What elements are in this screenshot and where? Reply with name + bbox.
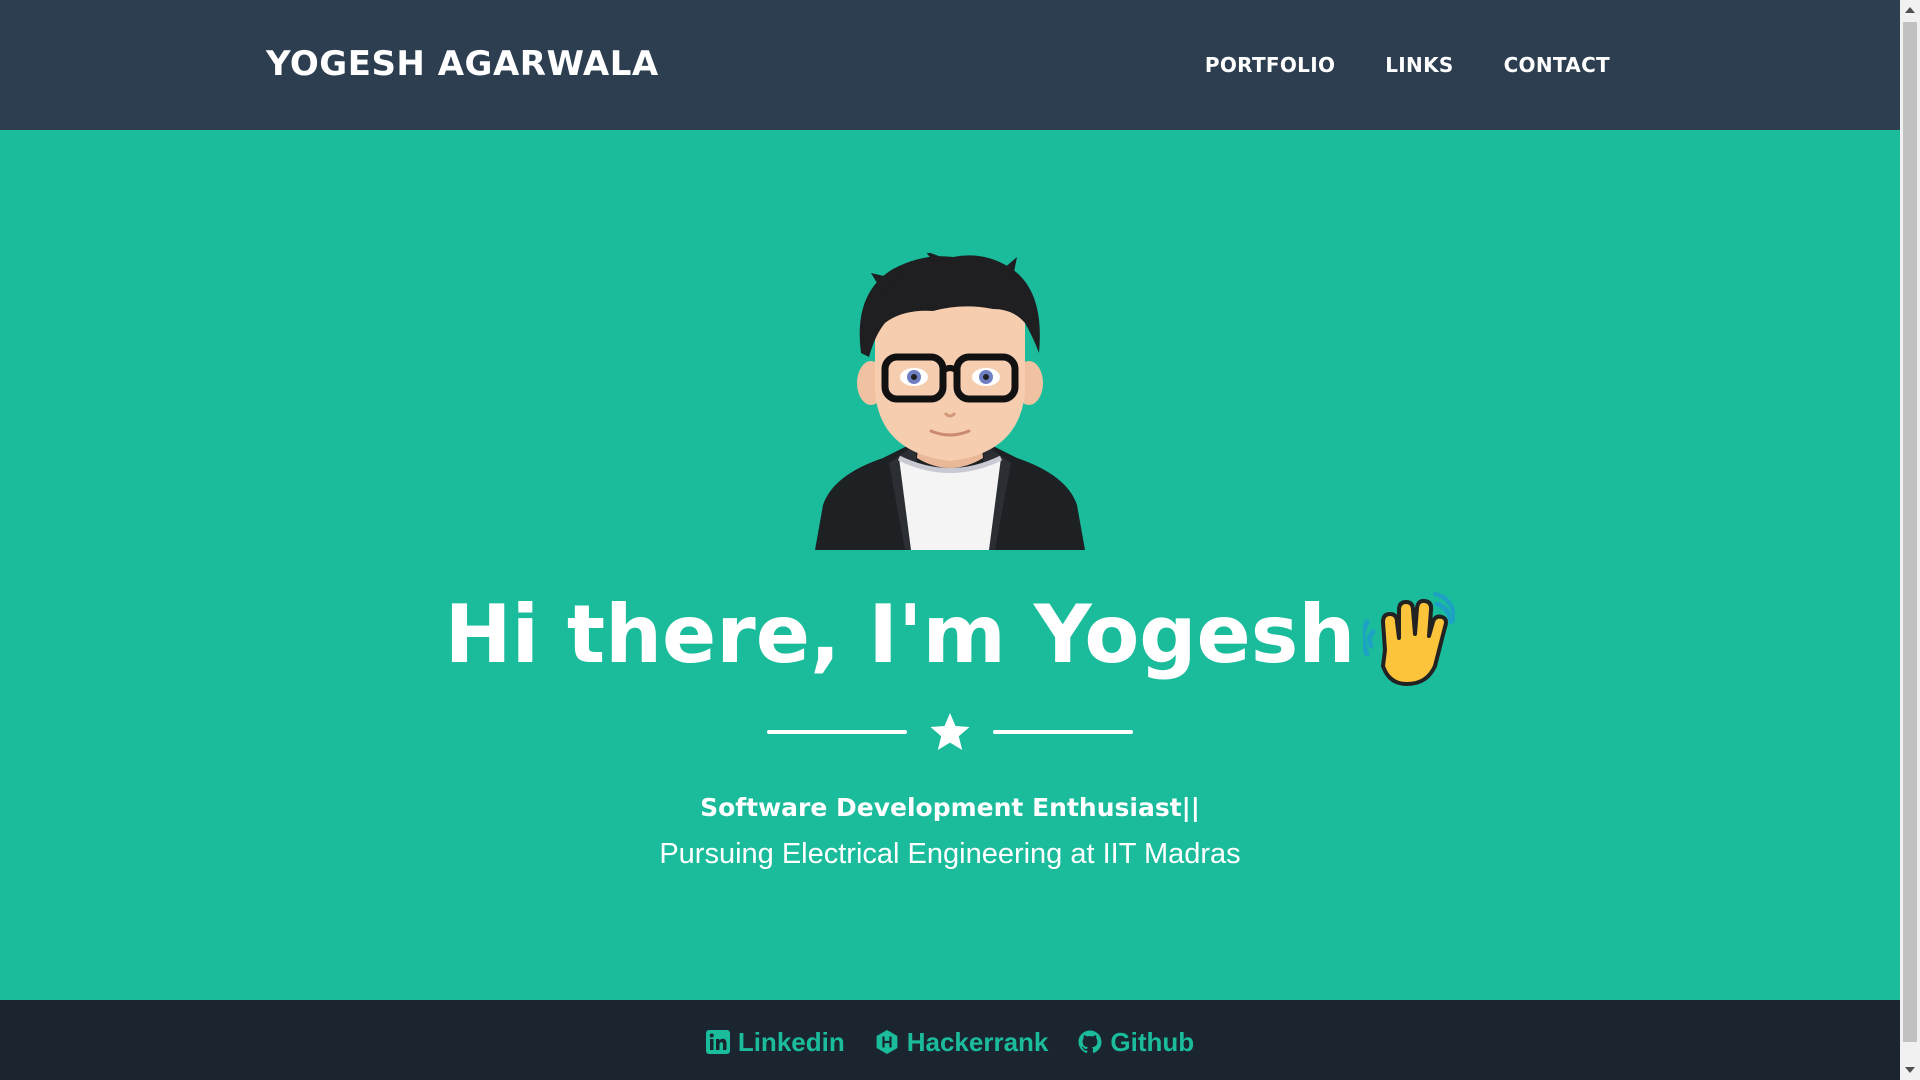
hero-headline: Hi there, I'm Yogesh <box>0 592 1900 688</box>
navbar: YOGESH AGARWALA PORTFOLIO LINKS CONTACT <box>0 0 1900 130</box>
footer-link-label: Linkedin <box>737 1026 845 1057</box>
divider-line-left <box>767 730 907 734</box>
nav-links: PORTFOLIO LINKS CONTACT <box>1205 0 1610 130</box>
hero-headline-text: Hi there, I'm Yogesh <box>444 587 1356 681</box>
brand-logo[interactable]: YOGESH AGARWALA <box>266 44 659 84</box>
scroll-thumb[interactable] <box>1903 22 1917 1042</box>
github-icon <box>1078 1030 1102 1053</box>
hero-subtitle: Pursuing Electrical Engineering at IIT M… <box>659 838 1241 870</box>
star-divider <box>767 712 1133 752</box>
footer-link-hackerrank[interactable]: Hackerrank <box>875 1026 1049 1058</box>
footer-link-linkedin[interactable]: Linkedin <box>705 1026 845 1058</box>
hackerrank-icon <box>876 1030 898 1054</box>
hero-tagline: Software Development Enthusiast|| <box>700 793 1200 822</box>
waving-hand-icon <box>1363 592 1456 686</box>
footer-links: Linkedin Hackerrank Github <box>0 1000 1900 1080</box>
footer-link-label: Github <box>1110 1026 1195 1057</box>
footer: Linkedin Hackerrank Github <box>0 1000 1900 1080</box>
footer-link-github[interactable]: Github <box>1078 1027 1194 1058</box>
masthead: Hi there, I'm Yogesh Software Developmen… <box>0 130 1900 1000</box>
footer-link-label: Hackerrank <box>906 1026 1049 1057</box>
linkedin-icon <box>705 1030 730 1054</box>
scroll-down-arrow-icon[interactable] <box>1900 1060 1920 1080</box>
nav-link-portfolio[interactable]: PORTFOLIO <box>1205 53 1335 77</box>
divider-line-right <box>993 730 1133 734</box>
nav-link-contact[interactable]: CONTACT <box>1504 53 1610 77</box>
avatar-illustration <box>815 253 1085 550</box>
vertical-scrollbar[interactable] <box>1900 0 1920 1080</box>
nav-link-links[interactable]: LINKS <box>1385 53 1453 77</box>
scroll-up-arrow-icon[interactable] <box>1900 0 1920 20</box>
star-icon <box>930 713 970 750</box>
